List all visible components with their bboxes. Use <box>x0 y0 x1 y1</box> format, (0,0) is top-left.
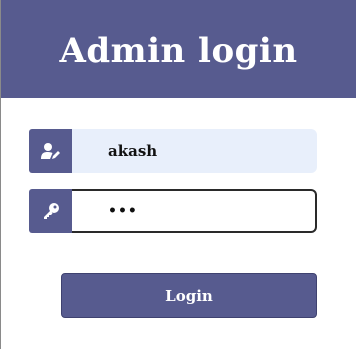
key-icon <box>29 189 72 233</box>
login-panel: Admin login Login <box>0 0 356 349</box>
username-row <box>29 129 317 173</box>
page-title: Admin login <box>59 31 298 71</box>
username-input[interactable] <box>72 129 317 173</box>
user-edit-icon <box>29 129 72 173</box>
login-header: Admin login <box>1 0 356 98</box>
password-row <box>29 189 317 233</box>
login-button[interactable]: Login <box>61 273 317 318</box>
password-input[interactable] <box>72 189 317 233</box>
